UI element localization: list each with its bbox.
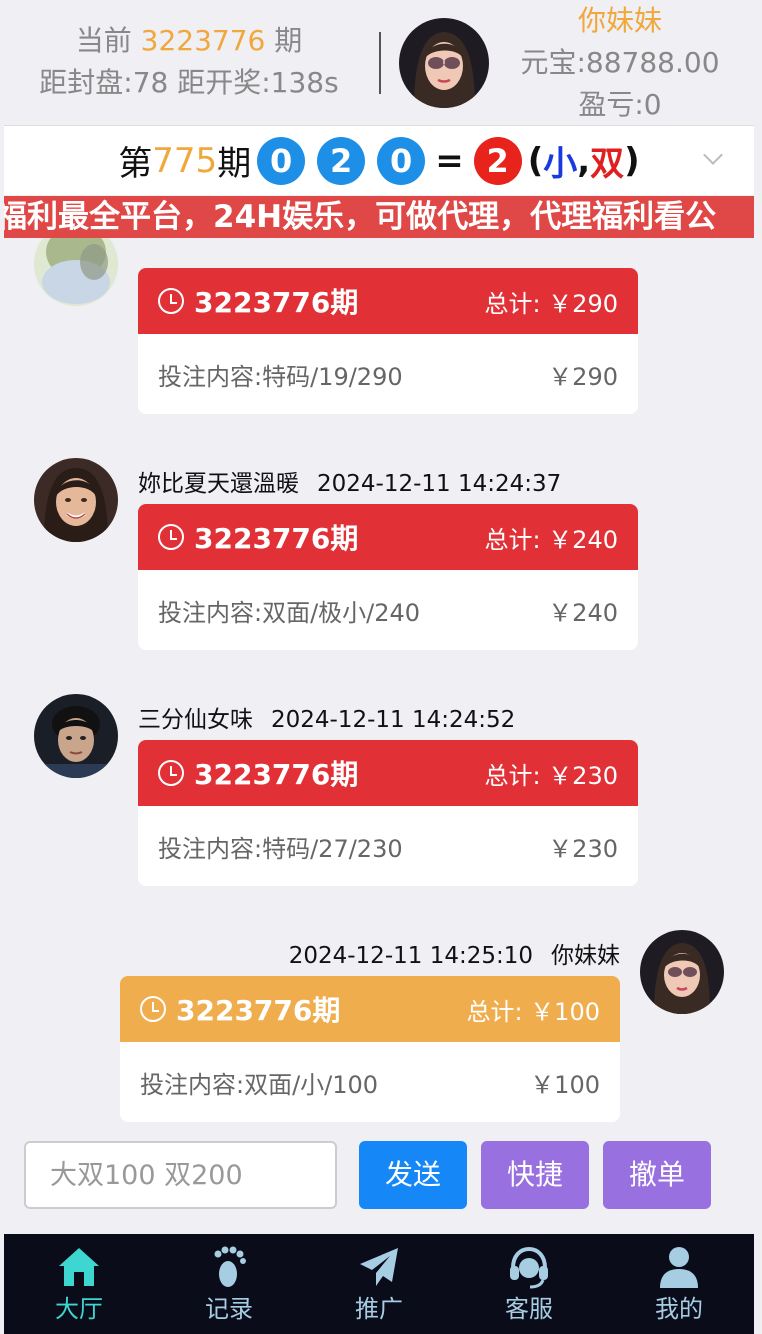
announcement-marquee: 福利最全平台，24H娱乐，可做代理，代理福利看公 [4, 196, 754, 238]
bet-input-bar: 发送 快捷 撤单 [4, 1140, 754, 1210]
bet-card-header: 3223776期 总计: ￥100 [120, 976, 620, 1042]
nav-label: 大厅 [55, 1295, 103, 1323]
result-close-paren: ) [624, 140, 640, 181]
message-time: 2024-12-11 14:24:37 [317, 471, 562, 497]
result-size: 小 [543, 144, 578, 184]
bet-content: 投注内容:双面/小/100 [140, 1070, 379, 1099]
account-info: 你妹妹 元宝:88788.00 盈亏:0 [514, 0, 726, 126]
nav-label: 客服 [505, 1295, 553, 1323]
nav-service[interactable]: 客服 [454, 1234, 604, 1334]
message-time: 2024-12-11 14:24:52 [271, 707, 516, 733]
bet-card-body: 投注内容:特码/19/290 ￥290 [138, 334, 638, 414]
paper-plane-icon [360, 1248, 398, 1286]
chat-avatar[interactable] [34, 694, 118, 778]
result-sum-ball: 2 [473, 136, 522, 185]
top-header: 当前 3223776 期 距封盘:78 距开奖:138s 你妹妹 元宝:8878… [4, 0, 754, 124]
profit: 盈亏:0 [578, 88, 662, 121]
bet-total: 总计: ￥230 [484, 761, 618, 790]
chat-avatar[interactable] [34, 238, 118, 306]
bet-issue: 3223776期 [176, 994, 341, 1027]
nav-promote[interactable]: 推广 [304, 1234, 454, 1334]
bet-card[interactable]: 3223776期 总计: ￥290 投注内容:特码/19/290 ￥290 [138, 268, 638, 414]
bottom-nav: 大厅 记录 推广 客服 我的 [4, 1234, 754, 1334]
clock-icon [158, 760, 184, 786]
nav-lobby[interactable]: 大厅 [4, 1234, 154, 1334]
user-avatar[interactable] [399, 18, 489, 108]
cancel-bet-button[interactable]: 撤单 [603, 1141, 711, 1209]
bet-issue: 3223776期 [194, 758, 359, 791]
last-result-bar[interactable]: 第 775 期 0 2 0 = 2 ( 小 , 双 ) [4, 125, 754, 195]
result-comma: , [577, 140, 591, 181]
result-issue: 775 [152, 140, 218, 181]
result-open-paren: ( [527, 140, 544, 181]
bet-card-header: 3223776期 总计: ￥290 [138, 268, 638, 334]
bet-total: 总计: ￥290 [484, 289, 618, 318]
bet-card-body: 投注内容:双面/小/100 ￥100 [120, 1042, 620, 1122]
bet-card-body: 投注内容:特码/27/230 ￥230 [138, 806, 638, 886]
bet-amount: ￥100 [530, 1070, 600, 1099]
bet-total: 总计: ￥100 [466, 997, 600, 1026]
chat-meta: 妳比夏天還溫暖 2024-12-11 14:24:37 [138, 464, 561, 498]
chat-avatar-self[interactable] [640, 930, 724, 1014]
bet-amount: ￥240 [548, 598, 618, 627]
issue-info: 当前 3223776 期 距封盘:78 距开奖:138s [4, 20, 374, 104]
result-ball-3: 0 [377, 136, 426, 185]
send-button[interactable]: 发送 [359, 1141, 467, 1209]
chat-avatar[interactable] [34, 458, 118, 542]
current-issue-number: 3223776 [140, 24, 266, 57]
clock-icon [158, 524, 184, 550]
current-issue-suffix: 期 [274, 24, 303, 57]
result-ball-1: 0 [257, 136, 306, 185]
nav-label: 推广 [355, 1295, 403, 1323]
current-issue-prefix: 当前 [75, 24, 132, 57]
nav-label: 我的 [655, 1295, 703, 1323]
nav-records[interactable]: 记录 [154, 1234, 304, 1334]
bet-card[interactable]: 3223776期 总计: ￥240 投注内容:双面/极小/240 ￥240 [138, 504, 638, 650]
result-suffix: 期 [217, 144, 252, 184]
current-issue-line: 当前 3223776 期 [4, 20, 374, 62]
headset-icon [510, 1246, 548, 1289]
bet-amount: ￥230 [548, 834, 618, 863]
clock-icon [140, 996, 166, 1022]
chat-meta: 2024-12-11 14:25:10 你妹妹 [289, 936, 620, 970]
bet-issue: 3223776期 [194, 286, 359, 319]
bet-card-header: 3223776期 总计: ￥230 [138, 740, 638, 806]
nav-label: 记录 [205, 1295, 253, 1323]
result-parity: 双 [590, 144, 625, 184]
bet-issue: 3223776期 [194, 522, 359, 555]
result-prefix: 第 [118, 144, 153, 184]
sender-name: 你妹妹 [551, 943, 620, 969]
bet-amount: ￥290 [548, 362, 618, 391]
message-time: 2024-12-11 14:25:10 [288, 943, 533, 969]
user-icon [660, 1247, 698, 1288]
sender-name: 三分仙女味 [138, 707, 253, 733]
bet-content: 投注内容:双面/极小/240 [158, 598, 421, 627]
bet-card-body: 投注内容:双面/极小/240 ￥240 [138, 570, 638, 650]
home-icon [59, 1248, 99, 1286]
clock-icon [158, 288, 184, 314]
header-divider [379, 32, 381, 94]
bet-card[interactable]: 3223776期 总计: ￥230 投注内容:特码/27/230 ￥230 [138, 740, 638, 886]
bet-input[interactable] [24, 1141, 337, 1209]
chevron-down-icon[interactable] [703, 145, 723, 165]
nav-mine[interactable]: 我的 [604, 1234, 754, 1334]
chat-meta: 三分仙女味 2024-12-11 14:24:52 [138, 700, 515, 734]
bet-content: 投注内容:特码/19/290 [158, 362, 403, 391]
countdown: 距封盘:78 距开奖:138s [39, 66, 339, 99]
sender-name: 妳比夏天還溫暖 [138, 471, 299, 497]
balance: 元宝:88788.00 [520, 46, 720, 79]
result-ball-2: 2 [317, 136, 366, 185]
chat-feed[interactable]: 3223776期 总计: ￥290 投注内容:特码/19/290 ￥290 妳比… [4, 238, 754, 1138]
bet-card-self[interactable]: 3223776期 总计: ￥100 投注内容:双面/小/100 ￥100 [120, 976, 620, 1122]
bet-content: 投注内容:特码/27/230 [158, 834, 403, 863]
footprint-icon [214, 1246, 246, 1287]
result-equals: = [435, 140, 464, 181]
announcement-text: 福利最全平台，24H娱乐，可做代理，代理福利看公 [4, 199, 717, 235]
username: 你妹妹 [577, 4, 662, 37]
quick-bet-button[interactable]: 快捷 [481, 1141, 589, 1209]
bet-total: 总计: ￥240 [484, 525, 618, 554]
app-root: 当前 3223776 期 距封盘:78 距开奖:138s 你妹妹 元宝:8878… [4, 0, 754, 1334]
bet-card-header: 3223776期 总计: ￥240 [138, 504, 638, 570]
